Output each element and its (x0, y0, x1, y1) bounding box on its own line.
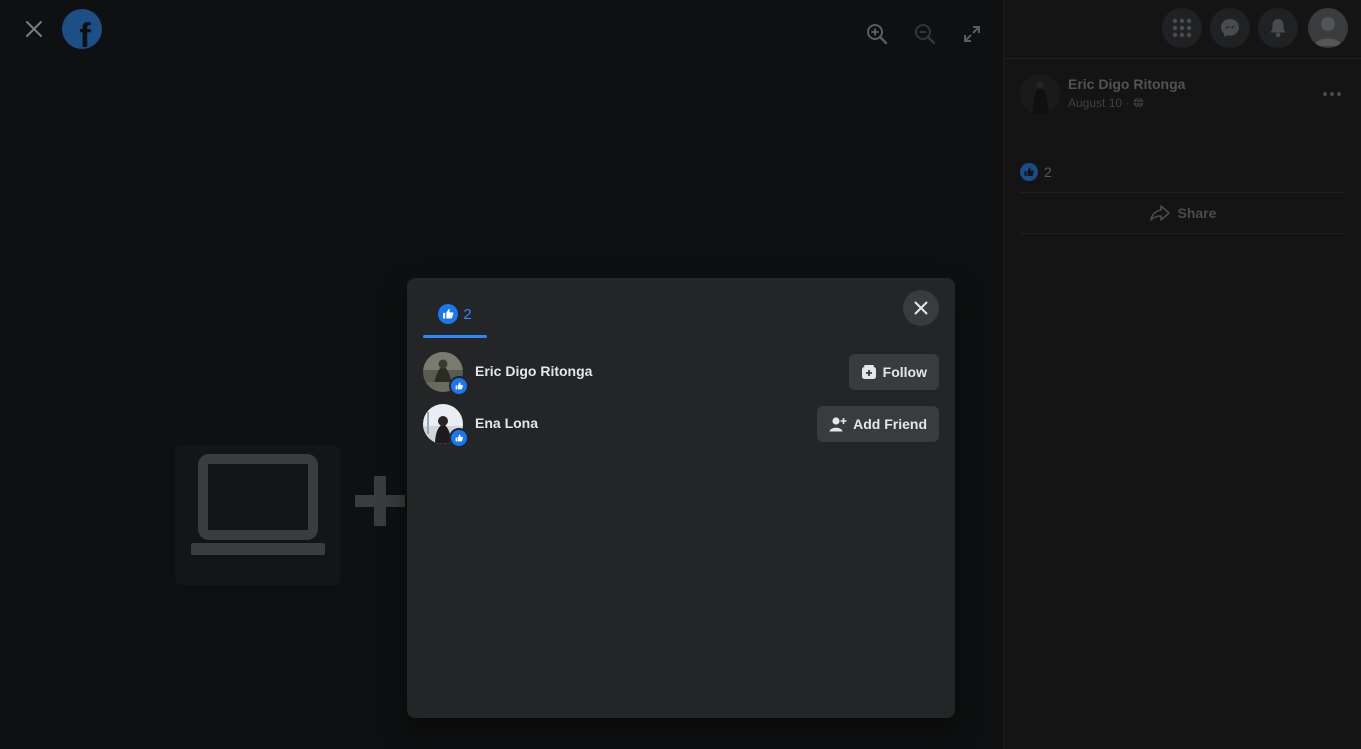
bell-icon (1270, 19, 1286, 38)
share-arrow-icon (1149, 205, 1170, 221)
post-author-name[interactable]: Eric Digo Ritonga (1068, 76, 1185, 92)
like-badge-icon (449, 428, 469, 448)
post-header: Eric Digo Ritonga August 10 · (1020, 72, 1350, 116)
menu-button[interactable] (1162, 8, 1202, 48)
tab-like[interactable]: 2 (423, 290, 487, 338)
person-name[interactable]: Eric Digo Ritonga (475, 363, 592, 379)
photo-image (175, 445, 415, 595)
laptop-plus-graphic (191, 454, 405, 555)
facebook-logo-icon[interactable]: f (62, 9, 102, 49)
reactions-dialog: 2 Eric Digo Ritonga Follow Ena Lona Add … (407, 278, 955, 718)
add-friend-label: Add Friend (853, 416, 927, 432)
post-date: August 10 · (1068, 96, 1144, 110)
add-friend-icon (829, 417, 847, 432)
person-name[interactable]: Ena Lona (475, 415, 538, 431)
follow-button[interactable]: Follow (848, 354, 939, 390)
expand-icon (964, 26, 980, 42)
reaction-summary[interactable]: 2 (1020, 160, 1052, 184)
reaction-count: 2 (1044, 164, 1052, 180)
list-item: Ena Lona Add Friend (423, 402, 939, 448)
account-avatar-icon (1314, 17, 1342, 46)
author-avatar[interactable] (1020, 74, 1060, 114)
active-tab-indicator (423, 335, 487, 338)
add-friend-button[interactable]: Add Friend (817, 406, 939, 442)
zoom-in-button[interactable] (859, 16, 895, 52)
divider (1020, 192, 1346, 193)
fullscreen-button[interactable] (954, 16, 990, 52)
follow-label: Follow (882, 364, 927, 380)
close-icon (914, 301, 928, 315)
globe-icon (1133, 97, 1144, 108)
close-icon (26, 21, 42, 37)
tab-like-count: 2 (463, 305, 472, 323)
post-options-button[interactable] (1314, 80, 1350, 108)
follow-icon (861, 365, 876, 379)
messenger-button[interactable] (1210, 8, 1250, 48)
zoom-in-icon (867, 24, 888, 45)
close-viewer-button[interactable] (18, 13, 50, 45)
avatar[interactable] (1308, 8, 1348, 48)
zoom-out-icon (915, 24, 936, 45)
like-badge-icon (449, 376, 469, 396)
share-button[interactable]: Share (1020, 194, 1346, 232)
author-photo (1020, 74, 1060, 114)
zoom-out-button[interactable] (907, 16, 943, 52)
messenger-icon (1221, 19, 1239, 37)
notifications-button[interactable] (1258, 8, 1298, 48)
close-dialog-button[interactable] (903, 290, 939, 326)
post-date-text[interactable]: August 10 · (1068, 96, 1129, 110)
post-side-panel: Eric Digo Ritonga August 10 · 2 Share (1003, 0, 1361, 749)
divider (1020, 233, 1346, 234)
top-navigation (1004, 0, 1361, 59)
share-label: Share (1177, 205, 1217, 221)
like-reaction-icon (1020, 163, 1038, 181)
list-item: Eric Digo Ritonga Follow (423, 350, 939, 396)
like-reaction-icon (438, 304, 459, 324)
more-options-icon (1323, 92, 1341, 96)
grid-menu-icon (1172, 18, 1192, 38)
